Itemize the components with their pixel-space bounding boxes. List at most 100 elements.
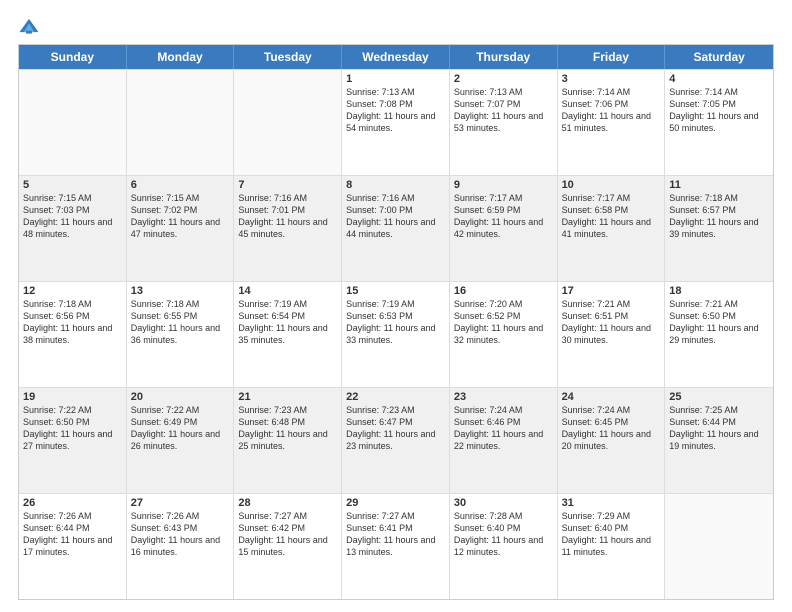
day-number: 14 (238, 285, 337, 297)
cell-info: Sunrise: 7:15 AM Sunset: 7:02 PM Dayligh… (131, 192, 230, 241)
calendar-cell: 30Sunrise: 7:28 AM Sunset: 6:40 PM Dayli… (450, 494, 558, 599)
calendar-cell: 5Sunrise: 7:15 AM Sunset: 7:03 PM Daylig… (19, 176, 127, 281)
calendar-cell (127, 70, 235, 175)
calendar-header-cell: Wednesday (342, 45, 450, 69)
day-number: 10 (562, 179, 661, 191)
calendar-header-cell: Friday (558, 45, 666, 69)
calendar-row: 1Sunrise: 7:13 AM Sunset: 7:08 PM Daylig… (19, 69, 773, 175)
cell-info: Sunrise: 7:19 AM Sunset: 6:53 PM Dayligh… (346, 298, 445, 347)
day-number: 16 (454, 285, 553, 297)
cell-info: Sunrise: 7:17 AM Sunset: 6:58 PM Dayligh… (562, 192, 661, 241)
cell-info: Sunrise: 7:25 AM Sunset: 6:44 PM Dayligh… (669, 404, 769, 453)
calendar-cell: 16Sunrise: 7:20 AM Sunset: 6:52 PM Dayli… (450, 282, 558, 387)
calendar-cell: 13Sunrise: 7:18 AM Sunset: 6:55 PM Dayli… (127, 282, 235, 387)
cell-info: Sunrise: 7:18 AM Sunset: 6:57 PM Dayligh… (669, 192, 769, 241)
calendar-cell: 17Sunrise: 7:21 AM Sunset: 6:51 PM Dayli… (558, 282, 666, 387)
day-number: 17 (562, 285, 661, 297)
day-number: 5 (23, 179, 122, 191)
cell-info: Sunrise: 7:26 AM Sunset: 6:43 PM Dayligh… (131, 510, 230, 559)
calendar-row: 19Sunrise: 7:22 AM Sunset: 6:50 PM Dayli… (19, 387, 773, 493)
calendar-cell: 9Sunrise: 7:17 AM Sunset: 6:59 PM Daylig… (450, 176, 558, 281)
cell-info: Sunrise: 7:24 AM Sunset: 6:46 PM Dayligh… (454, 404, 553, 453)
cell-info: Sunrise: 7:21 AM Sunset: 6:50 PM Dayligh… (669, 298, 769, 347)
calendar-cell: 22Sunrise: 7:23 AM Sunset: 6:47 PM Dayli… (342, 388, 450, 493)
calendar-body: 1Sunrise: 7:13 AM Sunset: 7:08 PM Daylig… (19, 69, 773, 599)
calendar-cell: 3Sunrise: 7:14 AM Sunset: 7:06 PM Daylig… (558, 70, 666, 175)
calendar-header-cell: Monday (127, 45, 235, 69)
cell-info: Sunrise: 7:22 AM Sunset: 6:49 PM Dayligh… (131, 404, 230, 453)
day-number: 28 (238, 497, 337, 509)
cell-info: Sunrise: 7:19 AM Sunset: 6:54 PM Dayligh… (238, 298, 337, 347)
calendar-cell: 20Sunrise: 7:22 AM Sunset: 6:49 PM Dayli… (127, 388, 235, 493)
cell-info: Sunrise: 7:16 AM Sunset: 7:01 PM Dayligh… (238, 192, 337, 241)
day-number: 4 (669, 73, 769, 85)
cell-info: Sunrise: 7:13 AM Sunset: 7:07 PM Dayligh… (454, 86, 553, 135)
calendar-cell: 29Sunrise: 7:27 AM Sunset: 6:41 PM Dayli… (342, 494, 450, 599)
cell-info: Sunrise: 7:27 AM Sunset: 6:41 PM Dayligh… (346, 510, 445, 559)
cell-info: Sunrise: 7:14 AM Sunset: 7:06 PM Dayligh… (562, 86, 661, 135)
calendar-header-cell: Thursday (450, 45, 558, 69)
calendar-row: 26Sunrise: 7:26 AM Sunset: 6:44 PM Dayli… (19, 493, 773, 599)
calendar-cell: 26Sunrise: 7:26 AM Sunset: 6:44 PM Dayli… (19, 494, 127, 599)
day-number: 7 (238, 179, 337, 191)
day-number: 20 (131, 391, 230, 403)
day-number: 29 (346, 497, 445, 509)
cell-info: Sunrise: 7:29 AM Sunset: 6:40 PM Dayligh… (562, 510, 661, 559)
day-number: 26 (23, 497, 122, 509)
calendar-row: 5Sunrise: 7:15 AM Sunset: 7:03 PM Daylig… (19, 175, 773, 281)
calendar-header-cell: Sunday (19, 45, 127, 69)
calendar-cell: 4Sunrise: 7:14 AM Sunset: 7:05 PM Daylig… (665, 70, 773, 175)
cell-info: Sunrise: 7:28 AM Sunset: 6:40 PM Dayligh… (454, 510, 553, 559)
cell-info: Sunrise: 7:27 AM Sunset: 6:42 PM Dayligh… (238, 510, 337, 559)
calendar-row: 12Sunrise: 7:18 AM Sunset: 6:56 PM Dayli… (19, 281, 773, 387)
calendar-cell: 7Sunrise: 7:16 AM Sunset: 7:01 PM Daylig… (234, 176, 342, 281)
cell-info: Sunrise: 7:18 AM Sunset: 6:55 PM Dayligh… (131, 298, 230, 347)
day-number: 1 (346, 73, 445, 85)
day-number: 2 (454, 73, 553, 85)
day-number: 24 (562, 391, 661, 403)
day-number: 25 (669, 391, 769, 403)
day-number: 19 (23, 391, 122, 403)
day-number: 9 (454, 179, 553, 191)
header (18, 16, 774, 38)
calendar-header-row: SundayMondayTuesdayWednesdayThursdayFrid… (19, 45, 773, 69)
calendar-cell: 10Sunrise: 7:17 AM Sunset: 6:58 PM Dayli… (558, 176, 666, 281)
page: SundayMondayTuesdayWednesdayThursdayFrid… (0, 0, 792, 612)
cell-info: Sunrise: 7:20 AM Sunset: 6:52 PM Dayligh… (454, 298, 553, 347)
day-number: 3 (562, 73, 661, 85)
calendar-cell (234, 70, 342, 175)
cell-info: Sunrise: 7:23 AM Sunset: 6:47 PM Dayligh… (346, 404, 445, 453)
calendar-cell: 21Sunrise: 7:23 AM Sunset: 6:48 PM Dayli… (234, 388, 342, 493)
calendar-cell: 1Sunrise: 7:13 AM Sunset: 7:08 PM Daylig… (342, 70, 450, 175)
cell-info: Sunrise: 7:26 AM Sunset: 6:44 PM Dayligh… (23, 510, 122, 559)
cell-info: Sunrise: 7:23 AM Sunset: 6:48 PM Dayligh… (238, 404, 337, 453)
calendar-header-cell: Tuesday (234, 45, 342, 69)
cell-info: Sunrise: 7:17 AM Sunset: 6:59 PM Dayligh… (454, 192, 553, 241)
calendar-cell: 14Sunrise: 7:19 AM Sunset: 6:54 PM Dayli… (234, 282, 342, 387)
day-number: 6 (131, 179, 230, 191)
calendar-cell: 24Sunrise: 7:24 AM Sunset: 6:45 PM Dayli… (558, 388, 666, 493)
day-number: 11 (669, 179, 769, 191)
cell-info: Sunrise: 7:24 AM Sunset: 6:45 PM Dayligh… (562, 404, 661, 453)
calendar-cell: 12Sunrise: 7:18 AM Sunset: 6:56 PM Dayli… (19, 282, 127, 387)
calendar-cell: 15Sunrise: 7:19 AM Sunset: 6:53 PM Dayli… (342, 282, 450, 387)
calendar: SundayMondayTuesdayWednesdayThursdayFrid… (18, 44, 774, 600)
day-number: 8 (346, 179, 445, 191)
calendar-cell: 19Sunrise: 7:22 AM Sunset: 6:50 PM Dayli… (19, 388, 127, 493)
day-number: 23 (454, 391, 553, 403)
calendar-header-cell: Saturday (665, 45, 773, 69)
cell-info: Sunrise: 7:18 AM Sunset: 6:56 PM Dayligh… (23, 298, 122, 347)
day-number: 15 (346, 285, 445, 297)
calendar-cell: 23Sunrise: 7:24 AM Sunset: 6:46 PM Dayli… (450, 388, 558, 493)
logo-icon (18, 16, 40, 38)
cell-info: Sunrise: 7:15 AM Sunset: 7:03 PM Dayligh… (23, 192, 122, 241)
calendar-cell: 25Sunrise: 7:25 AM Sunset: 6:44 PM Dayli… (665, 388, 773, 493)
day-number: 31 (562, 497, 661, 509)
day-number: 18 (669, 285, 769, 297)
cell-info: Sunrise: 7:16 AM Sunset: 7:00 PM Dayligh… (346, 192, 445, 241)
cell-info: Sunrise: 7:22 AM Sunset: 6:50 PM Dayligh… (23, 404, 122, 453)
calendar-cell: 6Sunrise: 7:15 AM Sunset: 7:02 PM Daylig… (127, 176, 235, 281)
calendar-cell: 18Sunrise: 7:21 AM Sunset: 6:50 PM Dayli… (665, 282, 773, 387)
calendar-cell: 8Sunrise: 7:16 AM Sunset: 7:00 PM Daylig… (342, 176, 450, 281)
calendar-cell: 31Sunrise: 7:29 AM Sunset: 6:40 PM Dayli… (558, 494, 666, 599)
